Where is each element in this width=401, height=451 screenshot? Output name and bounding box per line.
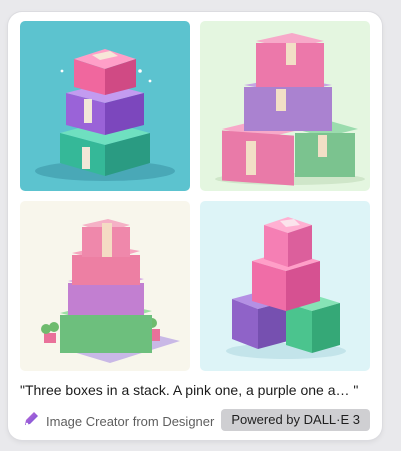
generated-image-2[interactable] <box>200 21 370 191</box>
image-result-card: "Three boxes in a stack. A pink one, a p… <box>8 12 382 440</box>
designer-pen-icon <box>22 410 40 433</box>
image-creator-link[interactable]: Image Creator from Designer <box>22 409 214 433</box>
powered-by-badge: Powered by DALL·E 3 <box>221 409 370 431</box>
box-stack-illustration <box>20 21 190 191</box>
generated-image-3[interactable] <box>20 201 190 371</box>
image-creator-label: Image Creator from Designer <box>46 413 215 429</box>
box-stack-illustration <box>200 201 370 371</box>
generated-image-1[interactable] <box>20 21 190 191</box>
box-stack-illustration <box>200 21 370 191</box>
box-stack-illustration <box>20 201 190 371</box>
image-prompt-text: "Three boxes in a stack. A pink one, a p… <box>20 382 359 398</box>
generated-image-4[interactable] <box>200 201 370 371</box>
